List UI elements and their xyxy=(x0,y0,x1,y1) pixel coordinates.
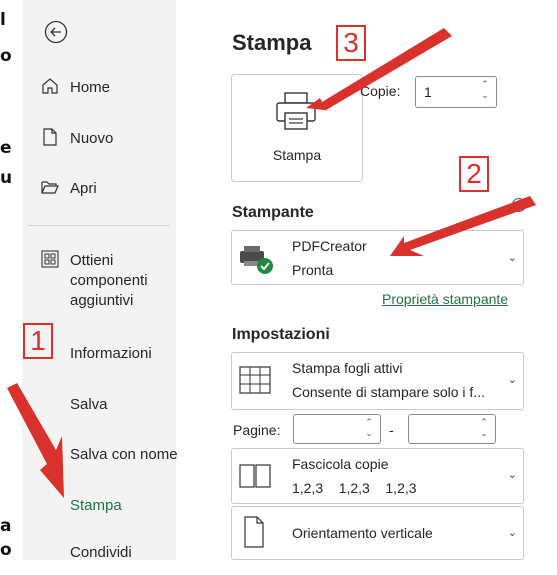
red-arrow-1 xyxy=(7,383,64,498)
red-arrow-3 xyxy=(306,28,452,112)
annotation-badge-2: 2 xyxy=(459,156,489,192)
annotation-badge-1: 1 xyxy=(23,323,53,359)
red-arrow-2 xyxy=(390,196,536,256)
annotation-badge-3: 3 xyxy=(336,25,366,61)
annotation-arrows xyxy=(7,28,536,498)
